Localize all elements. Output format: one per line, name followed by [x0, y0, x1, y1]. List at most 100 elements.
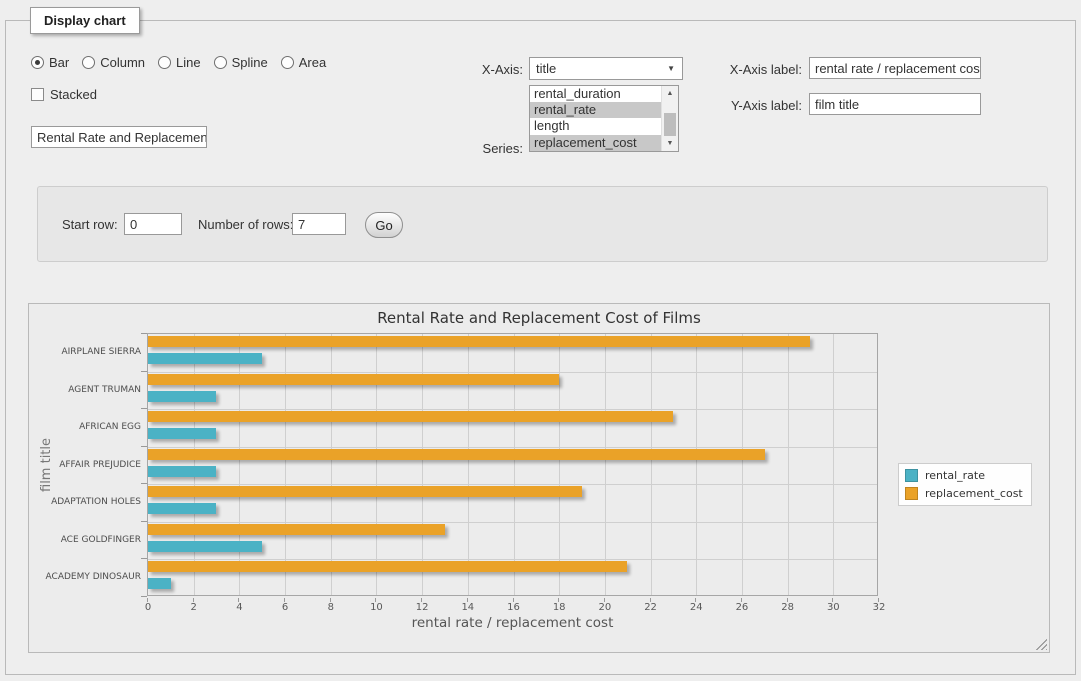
x-tick-mark — [421, 598, 422, 602]
legend-label: rental_rate — [925, 469, 985, 482]
gridline — [148, 372, 877, 373]
number-of-rows-label: Number of rows: — [198, 217, 293, 232]
bar-rental_rate — [148, 541, 262, 552]
x-tick-mark — [650, 598, 651, 602]
legend-label: replacement_cost — [925, 487, 1023, 500]
x-tick-label: 10 — [361, 602, 391, 613]
y-axis-label-input[interactable] — [809, 93, 981, 115]
listbox-scrollbar[interactable]: ▲ ▼ — [661, 86, 678, 151]
stacked-label: Stacked — [50, 87, 97, 102]
x-tick-label: 20 — [590, 602, 620, 613]
bar-replacement_cost — [148, 524, 445, 535]
x-tick-mark — [787, 598, 788, 602]
radio-icon — [214, 56, 227, 69]
x-tick-mark — [147, 598, 148, 602]
resize-handle-icon[interactable] — [1034, 637, 1047, 650]
category-label: AGENT TRUMAN — [29, 384, 141, 396]
series-listbox-label: Series: — [451, 141, 523, 156]
x-tick-mark — [604, 598, 605, 602]
x-tick-label: 4 — [224, 602, 254, 613]
y-axis-label-label: Y-Axis label: — [716, 98, 802, 113]
legend-swatch — [905, 487, 918, 500]
series-option-rental-rate[interactable]: rental_rate — [530, 102, 661, 118]
x-tick-mark — [238, 598, 239, 602]
x-tick-mark — [330, 598, 331, 602]
x-tick-mark — [695, 598, 696, 602]
x-tick-mark — [741, 598, 742, 602]
y-tick-mark — [141, 558, 147, 559]
series-option-length[interactable]: length — [530, 118, 661, 134]
x-tick-label: 2 — [179, 602, 209, 613]
series-option-replacement-cost[interactable]: replacement_cost — [530, 135, 661, 151]
chart-container: Rental Rate and Replacement Cost of Film… — [28, 303, 1050, 653]
category-label: ADAPTATION HOLES — [29, 496, 141, 508]
chart-type-radio-spline[interactable]: Spline — [214, 55, 268, 70]
chart-legend: rental_rate replacement_cost — [898, 463, 1032, 506]
start-row-input[interactable] — [124, 213, 182, 235]
x-axis-label-label: X-Axis label: — [716, 62, 802, 77]
chart-title: Rental Rate and Replacement Cost of Film… — [29, 309, 1049, 327]
y-tick-mark — [141, 371, 147, 372]
bar-replacement_cost — [148, 561, 627, 572]
rows-panel: Start row: Number of rows: Go — [37, 186, 1048, 262]
bar-replacement_cost — [148, 336, 810, 347]
gridline — [148, 522, 877, 523]
x-tick-label: 6 — [270, 602, 300, 613]
y-tick-mark — [141, 446, 147, 447]
x-tick-label: 28 — [773, 602, 803, 613]
legend-item: rental_rate — [905, 469, 1023, 482]
category-label: ACADEMY DINOSAUR — [29, 571, 141, 583]
x-tick-mark — [832, 598, 833, 602]
x-tick-label: 32 — [864, 602, 894, 613]
x-tick-label: 12 — [407, 602, 437, 613]
radio-label: Spline — [232, 55, 268, 70]
chart-type-radio-bar[interactable]: Bar — [31, 55, 69, 70]
stacked-checkbox[interactable]: Stacked — [31, 87, 97, 102]
x-axis-label-input[interactable] — [809, 57, 981, 79]
x-tick-label: 16 — [499, 602, 529, 613]
chart-title-input[interactable] — [31, 126, 207, 148]
chart-type-radio-area[interactable]: Area — [281, 55, 326, 70]
x-tick-label: 0 — [133, 602, 163, 613]
scroll-down-icon[interactable]: ▼ — [662, 136, 678, 151]
chart-type-radio-group: Bar Column Line Spline Area — [31, 55, 326, 70]
x-axis-select-label: X-Axis: — [451, 62, 523, 77]
scrollbar-thumb[interactable] — [664, 113, 676, 138]
chart-plot-area — [147, 333, 878, 596]
series-options: rental_duration rental_rate length repla… — [530, 86, 661, 151]
x-tick-mark — [375, 598, 376, 602]
bar-replacement_cost — [148, 486, 582, 497]
bar-replacement_cost — [148, 374, 559, 385]
x-axis-selected-value: title — [530, 61, 667, 76]
bar-rental_rate — [148, 578, 171, 589]
bar-rental_rate — [148, 503, 216, 514]
y-tick-mark — [141, 483, 147, 484]
y-tick-mark — [141, 333, 147, 334]
radio-label: Line — [176, 55, 201, 70]
go-button[interactable]: Go — [365, 212, 403, 238]
radio-label: Bar — [49, 55, 69, 70]
chart-type-radio-line[interactable]: Line — [158, 55, 201, 70]
gridline — [559, 334, 560, 595]
radio-icon — [158, 56, 171, 69]
gridline — [742, 334, 743, 595]
number-of-rows-input[interactable] — [292, 213, 346, 235]
gridline — [605, 334, 606, 595]
bar-rental_rate — [148, 466, 216, 477]
x-tick-label: 22 — [636, 602, 666, 613]
x-tick-mark — [878, 598, 879, 602]
radio-label: Area — [299, 55, 326, 70]
series-listbox[interactable]: rental_duration rental_rate length repla… — [529, 85, 679, 152]
gridline — [148, 409, 877, 410]
x-axis-select[interactable]: title ▼ — [529, 57, 683, 80]
scroll-up-icon[interactable]: ▲ — [662, 86, 678, 101]
chart-type-radio-column[interactable]: Column — [82, 55, 145, 70]
x-tick-label: 30 — [818, 602, 848, 613]
bar-replacement_cost — [148, 449, 765, 460]
x-tick-label: 8 — [316, 602, 346, 613]
legend-item: replacement_cost — [905, 487, 1023, 500]
x-tick-mark — [513, 598, 514, 602]
x-tick-mark — [193, 598, 194, 602]
x-tick-mark — [284, 598, 285, 602]
series-option-rental-duration[interactable]: rental_duration — [530, 86, 661, 102]
